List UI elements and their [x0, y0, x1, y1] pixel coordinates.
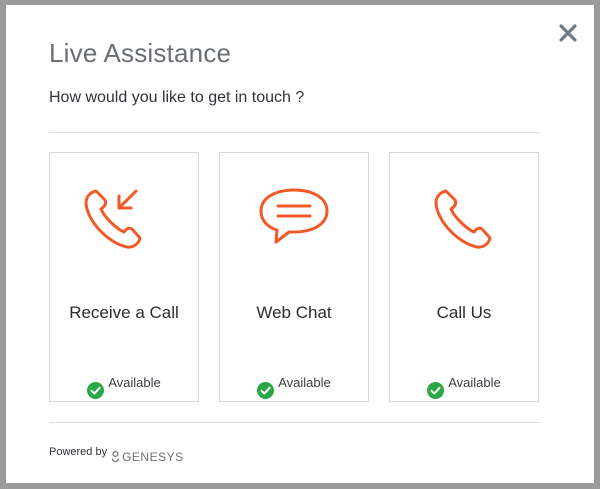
chat-bubble-icon: [259, 188, 329, 244]
bottom-divider: [49, 422, 540, 423]
status-text: Available: [108, 375, 161, 390]
available-check-icon: [257, 382, 275, 399]
genesys-logo: GENESYS: [111, 450, 184, 464]
receive-call-option[interactable]: Receive a Call Available: [49, 152, 199, 402]
live-assistance-dialog: Live Assistance How would you like to ge…: [6, 5, 594, 483]
availability-status: Available: [220, 375, 368, 399]
option-label: Call Us: [436, 303, 492, 322]
available-check-icon: [427, 382, 445, 399]
powered-by-text: Powered by: [49, 446, 108, 458]
status-text: Available: [448, 375, 501, 390]
phone-incoming-icon: [84, 189, 142, 249]
option-label: Receive a Call: [69, 303, 179, 322]
powered-by: Powered by GENESYS: [49, 446, 184, 464]
phone-icon: [434, 189, 492, 249]
top-divider: [49, 132, 540, 133]
web-chat-option[interactable]: Web Chat Available: [219, 152, 369, 402]
call-us-option[interactable]: Call Us Available: [389, 152, 539, 402]
dialog-title: Live Assistance: [49, 38, 232, 68]
availability-status: Available: [390, 375, 538, 399]
dialog-subtitle: How would you like to get in touch ?: [49, 89, 305, 106]
genesys-brand-text: GENESYS: [122, 450, 184, 464]
status-text: Available: [278, 375, 331, 390]
option-label: Web Chat: [256, 303, 332, 322]
available-check-icon: [87, 382, 105, 399]
availability-status: Available: [50, 375, 198, 399]
close-button[interactable]: [557, 22, 579, 44]
close-icon: [559, 24, 577, 42]
genesys-logo-icon: [111, 450, 120, 463]
